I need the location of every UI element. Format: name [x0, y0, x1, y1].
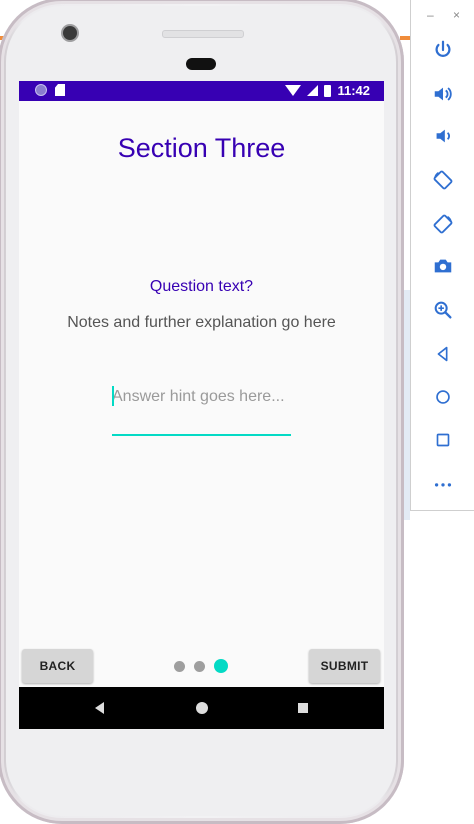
close-button[interactable]: × [453, 8, 460, 22]
nav-home-icon[interactable] [196, 702, 208, 714]
page-dot[interactable] [174, 660, 185, 672]
submit-button[interactable]: SUBMIT [309, 649, 380, 683]
back-icon[interactable] [429, 340, 457, 368]
back-button[interactable]: BACK [22, 649, 93, 683]
page-dot[interactable] [194, 660, 205, 672]
page-indicator [174, 659, 228, 673]
home-icon[interactable] [429, 383, 457, 411]
volume-up-icon[interactable] [429, 80, 457, 108]
nav-back-icon[interactable] [95, 702, 104, 714]
overview-icon[interactable] [429, 426, 457, 454]
phone-speaker-grille [162, 30, 244, 38]
answer-input[interactable] [112, 382, 291, 412]
signal-icon [307, 85, 319, 96]
notes-text: Notes and further explanation go here [67, 314, 336, 331]
power-icon[interactable] [429, 36, 457, 64]
notification-dot-icon [35, 84, 47, 96]
zoom-icon[interactable] [429, 296, 457, 324]
minimize-button[interactable]: – [427, 8, 434, 22]
page-dot-active[interactable] [214, 659, 228, 673]
more-icon[interactable] [429, 470, 457, 498]
status-time: 11:42 [337, 83, 370, 98]
earpiece-speaker [186, 58, 216, 70]
question-text: Question text? [149, 278, 254, 295]
section-title: Section Three [117, 133, 286, 163]
battery-icon [324, 84, 332, 97]
sd-card-icon [55, 84, 65, 96]
wifi-icon [285, 85, 302, 96]
answer-field[interactable] [112, 382, 291, 436]
camera-icon[interactable] [429, 252, 457, 280]
emulator-toolbar: – × [410, 0, 474, 511]
answer-underline [112, 434, 291, 436]
nav-recents-icon[interactable] [298, 703, 308, 713]
volume-down-icon[interactable] [429, 122, 457, 150]
navigation-bar [19, 687, 384, 729]
rotate-right-icon[interactable] [429, 210, 457, 238]
status-bar: 11:42 [19, 81, 384, 101]
rotate-left-icon[interactable] [429, 166, 457, 194]
front-camera [63, 26, 77, 40]
text-cursor [112, 386, 114, 406]
device-screen: 11:42 Section Three Question text? Notes… [19, 81, 384, 729]
